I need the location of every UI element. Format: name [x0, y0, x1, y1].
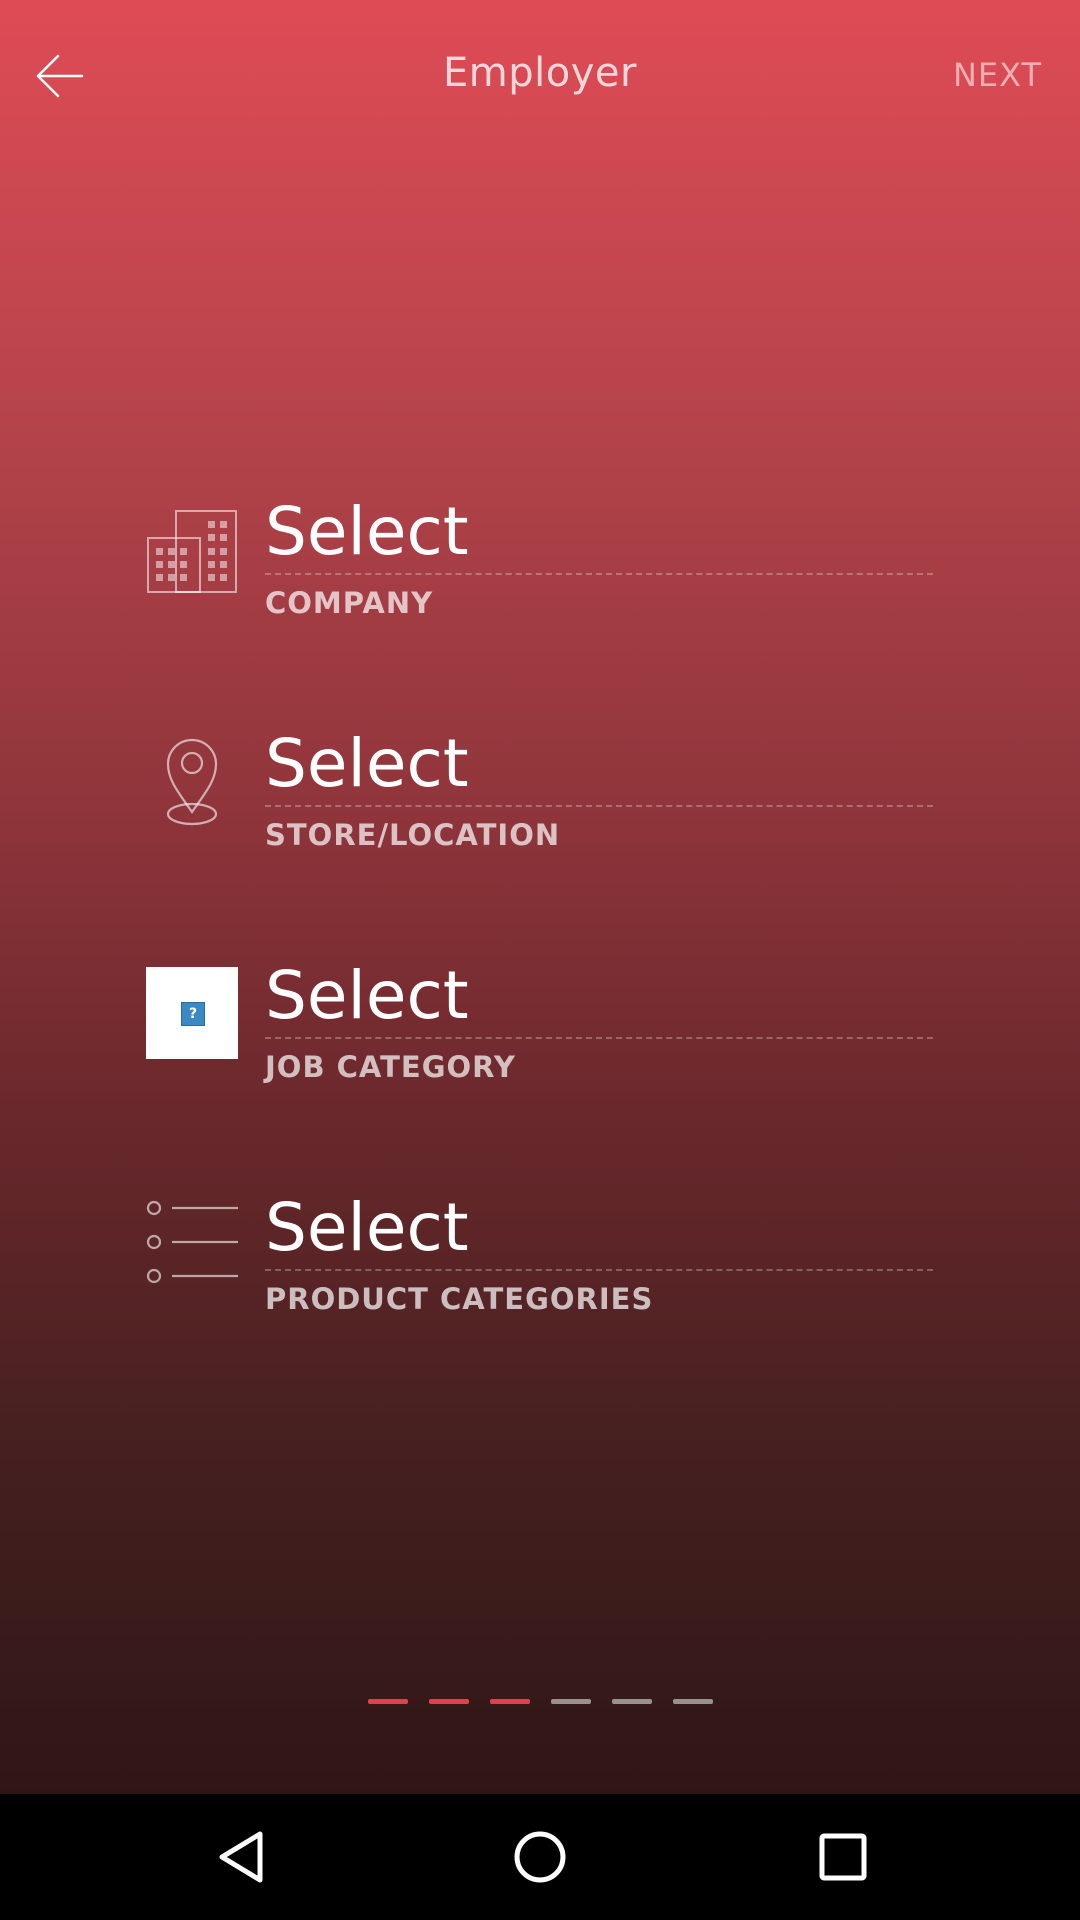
job-category-select[interactable]: ? Select JOB CATEGORY — [146, 956, 933, 1086]
field-underline — [265, 805, 933, 807]
broken-image-icon: ? — [146, 967, 238, 1059]
field-underline — [265, 573, 933, 575]
step-progress — [368, 1699, 713, 1705]
progress-step-completed — [490, 1699, 530, 1704]
store-location-select[interactable]: Select STORE/LOCATION — [146, 724, 933, 854]
recents-square-icon[interactable] — [798, 1812, 888, 1902]
back-triangle-icon[interactable] — [196, 1812, 286, 1902]
job-category-value: Select — [265, 957, 469, 1034]
progress-step-pending — [673, 1699, 713, 1704]
home-circle-icon[interactable] — [495, 1812, 585, 1902]
location-pin-icon — [146, 734, 238, 826]
company-label: COMPANY — [265, 586, 434, 620]
field-underline — [265, 1269, 933, 1271]
progress-step-completed — [368, 1699, 408, 1704]
job-category-label: JOB CATEGORY — [265, 1050, 516, 1084]
next-button[interactable]: NEXT — [953, 56, 1042, 94]
progress-step-pending — [612, 1699, 652, 1704]
store-location-label: STORE/LOCATION — [265, 818, 561, 852]
list-icon — [146, 1200, 238, 1292]
progress-step-pending — [551, 1699, 591, 1704]
employer-screen: Employer NEXT Select COMPANY Select STOR… — [0, 0, 1080, 1794]
company-select[interactable]: Select COMPANY — [146, 492, 933, 622]
system-nav-bar — [0, 1794, 1080, 1920]
product-categories-select[interactable]: Select PRODUCT CATEGORIES — [146, 1188, 933, 1318]
company-value: Select — [265, 493, 469, 570]
store-location-value: Select — [265, 725, 469, 802]
product-categories-value: Select — [265, 1189, 469, 1266]
top-bar: Employer NEXT — [0, 0, 1080, 156]
field-underline — [265, 1037, 933, 1039]
page-title: Employer — [443, 50, 637, 96]
progress-step-completed — [429, 1699, 469, 1704]
building-icon — [146, 508, 238, 600]
question-mark-icon: ? — [181, 1002, 205, 1026]
product-categories-label: PRODUCT CATEGORIES — [265, 1282, 654, 1316]
